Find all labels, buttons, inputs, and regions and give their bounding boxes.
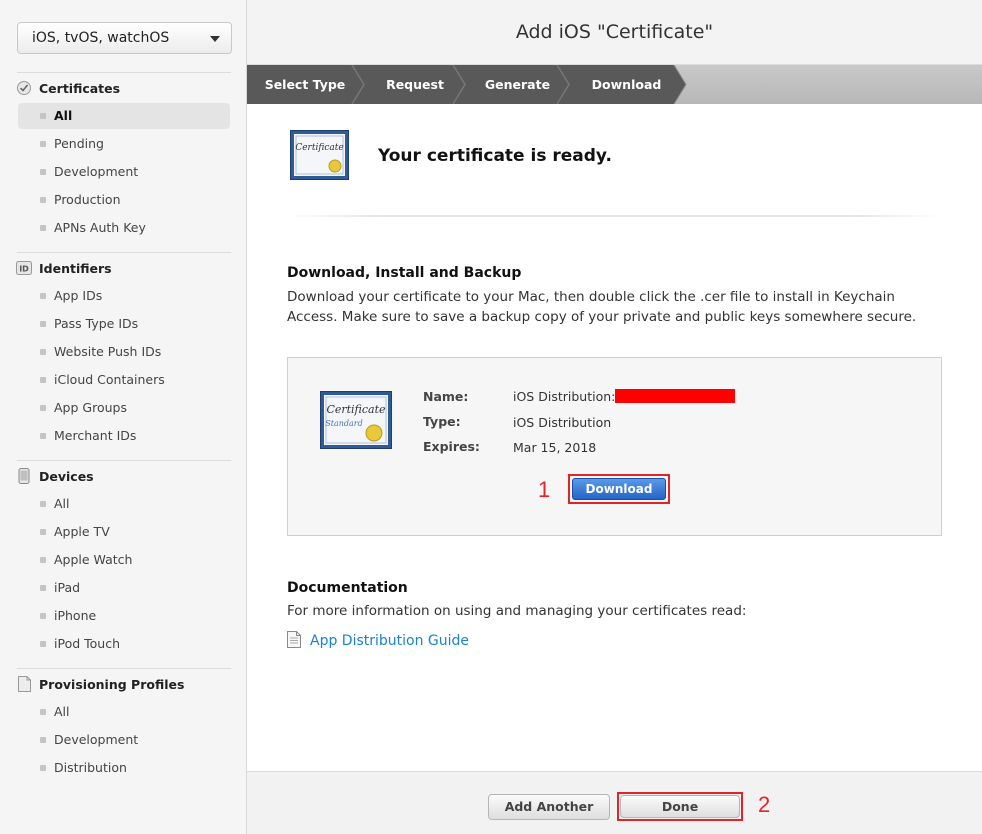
documentation-heading: Documentation xyxy=(287,580,408,596)
expires-value: Mar 15, 2018 xyxy=(513,440,597,455)
backup-instructions: Download your certificate to your Mac, t… xyxy=(287,289,917,325)
sidebar-item-label: App Groups xyxy=(54,400,127,415)
sidebar-item-label: Website Push IDs xyxy=(54,344,162,359)
section-identifiers[interactable]: ID Identifiers xyxy=(16,258,112,278)
sidebar-item-ipod-touch[interactable]: iPod Touch xyxy=(18,631,230,657)
link-label: App Distribution Guide xyxy=(310,633,470,649)
section-title: Identifiers xyxy=(39,260,112,276)
sidebar-item-label: Distribution xyxy=(54,760,127,775)
id-icon: ID xyxy=(16,260,32,276)
sidebar-item-apple-watch[interactable]: Apple Watch xyxy=(18,547,230,573)
divider xyxy=(287,215,942,217)
sidebar-item-label: All xyxy=(54,496,70,511)
sidebar: iOS, tvOS, watchOS Certificates All Pend… xyxy=(0,0,247,834)
annotation-1: 1 xyxy=(538,477,551,502)
sidebar-item-label: Merchant IDs xyxy=(54,428,137,443)
sidebar-item-development[interactable]: Development xyxy=(18,159,230,185)
section-title: Devices xyxy=(39,468,94,484)
sidebar-item-iphone[interactable]: iPhone xyxy=(18,603,230,629)
svg-text:Certificate: Certificate xyxy=(326,403,386,416)
sidebar-item-label: All xyxy=(54,704,70,719)
footer-bar: Add Another Done 2 xyxy=(247,771,982,834)
sidebar-item-apns-auth-key[interactable]: APNs Auth Key xyxy=(18,215,230,241)
sidebar-item-profiles-distribution[interactable]: Distribution xyxy=(18,755,230,781)
device-icon xyxy=(16,468,32,484)
done-button-highlight: Done xyxy=(617,792,743,821)
section-certificates[interactable]: Certificates xyxy=(16,78,120,98)
page-title: Add iOS "Certificate" xyxy=(247,0,982,65)
sidebar-item-label: iCloud Containers xyxy=(54,372,165,387)
app-distribution-guide-link[interactable]: App Distribution Guide xyxy=(287,630,470,652)
divider xyxy=(17,460,231,461)
sidebar-item-label: Development xyxy=(54,732,139,747)
sidebar-item-label: Apple Watch xyxy=(54,552,133,567)
download-button[interactable]: Download xyxy=(572,478,666,500)
sidebar-item-app-groups[interactable]: App Groups xyxy=(18,395,230,421)
sidebar-item-devices-all[interactable]: All xyxy=(18,491,230,517)
divider xyxy=(17,668,231,669)
sidebar-item-label: Production xyxy=(54,192,121,207)
download-button-highlight: Download xyxy=(568,474,670,504)
platform-select[interactable]: iOS, tvOS, watchOS xyxy=(17,22,232,54)
section-title: Certificates xyxy=(39,80,121,96)
divider xyxy=(17,252,231,253)
svg-text:ID: ID xyxy=(19,265,29,274)
sidebar-item-merchant-ids[interactable]: Merchant IDs xyxy=(18,423,230,449)
done-button[interactable]: Done xyxy=(620,795,740,818)
sidebar-item-label: App IDs xyxy=(54,288,103,303)
sidebar-item-label: Pass Type IDs xyxy=(54,316,139,331)
section-title: Provisioning Profiles xyxy=(39,676,185,692)
svg-text:Standard: Standard xyxy=(325,419,362,428)
sidebar-item-website-push-ids[interactable]: Website Push IDs xyxy=(18,339,230,365)
redacted-name xyxy=(615,389,736,403)
wizard-steps: Select Type Request Generate Download xyxy=(247,65,982,104)
certificate-icon xyxy=(16,80,32,96)
document-icon xyxy=(287,630,301,652)
name-label: Name: xyxy=(423,389,469,404)
section-devices[interactable]: Devices xyxy=(16,466,94,486)
expires-label: Expires: xyxy=(423,439,480,454)
svg-text:Certificate: Certificate xyxy=(295,143,343,153)
document-icon xyxy=(16,676,32,692)
sidebar-item-label: iPhone xyxy=(54,608,97,623)
sidebar-item-label: iPod Touch xyxy=(54,636,120,651)
sidebar-item-label: Apple TV xyxy=(54,524,110,539)
step-generate: Generate xyxy=(484,77,551,92)
documentation-text: For more information on using and managi… xyxy=(287,603,747,619)
sidebar-item-icloud-containers[interactable]: iCloud Containers xyxy=(18,367,230,393)
sidebar-item-ipad[interactable]: iPad xyxy=(18,575,230,601)
platform-select-label: iOS, tvOS, watchOS xyxy=(32,30,170,46)
step-select-type: Select Type xyxy=(264,77,346,92)
type-label: Type: xyxy=(423,414,461,429)
sidebar-item-profiles-development[interactable]: Development xyxy=(18,727,230,753)
divider xyxy=(17,72,231,73)
certificate-details-panel: Certificate Standard Name: iOS Distribut… xyxy=(287,357,942,536)
sidebar-item-pass-type-ids[interactable]: Pass Type IDs xyxy=(18,311,230,337)
add-another-button[interactable]: Add Another xyxy=(488,794,610,820)
annotation-2: 2 xyxy=(758,792,771,817)
step-request: Request xyxy=(386,77,444,92)
backup-heading: Download, Install and Backup xyxy=(287,265,522,281)
ready-message: Your certificate is ready. xyxy=(378,146,612,166)
certificate-icon: Certificate xyxy=(290,130,349,180)
sidebar-item-label: iPad xyxy=(54,580,81,595)
sidebar-item-app-ids[interactable]: App IDs xyxy=(18,283,230,309)
sidebar-item-label: Pending xyxy=(54,136,104,151)
sidebar-item-production[interactable]: Production xyxy=(18,187,230,213)
sidebar-item-apple-tv[interactable]: Apple TV xyxy=(18,519,230,545)
sidebar-item-label: APNs Auth Key xyxy=(54,220,146,235)
type-value: iOS Distribution xyxy=(513,415,612,430)
sidebar-item-pending[interactable]: Pending xyxy=(18,131,230,157)
sidebar-item-profiles-all[interactable]: All xyxy=(18,699,230,725)
chevron-down-icon xyxy=(210,36,220,42)
sidebar-item-label: All xyxy=(54,108,73,123)
certificate-icon: Certificate Standard xyxy=(320,391,392,449)
name-value: iOS Distribution: xyxy=(513,389,736,404)
step-download: Download xyxy=(591,77,662,92)
sidebar-item-certificates-all[interactable]: All xyxy=(18,103,230,129)
section-provisioning-profiles[interactable]: Provisioning Profiles xyxy=(16,674,184,694)
sidebar-item-label: Development xyxy=(54,164,139,179)
